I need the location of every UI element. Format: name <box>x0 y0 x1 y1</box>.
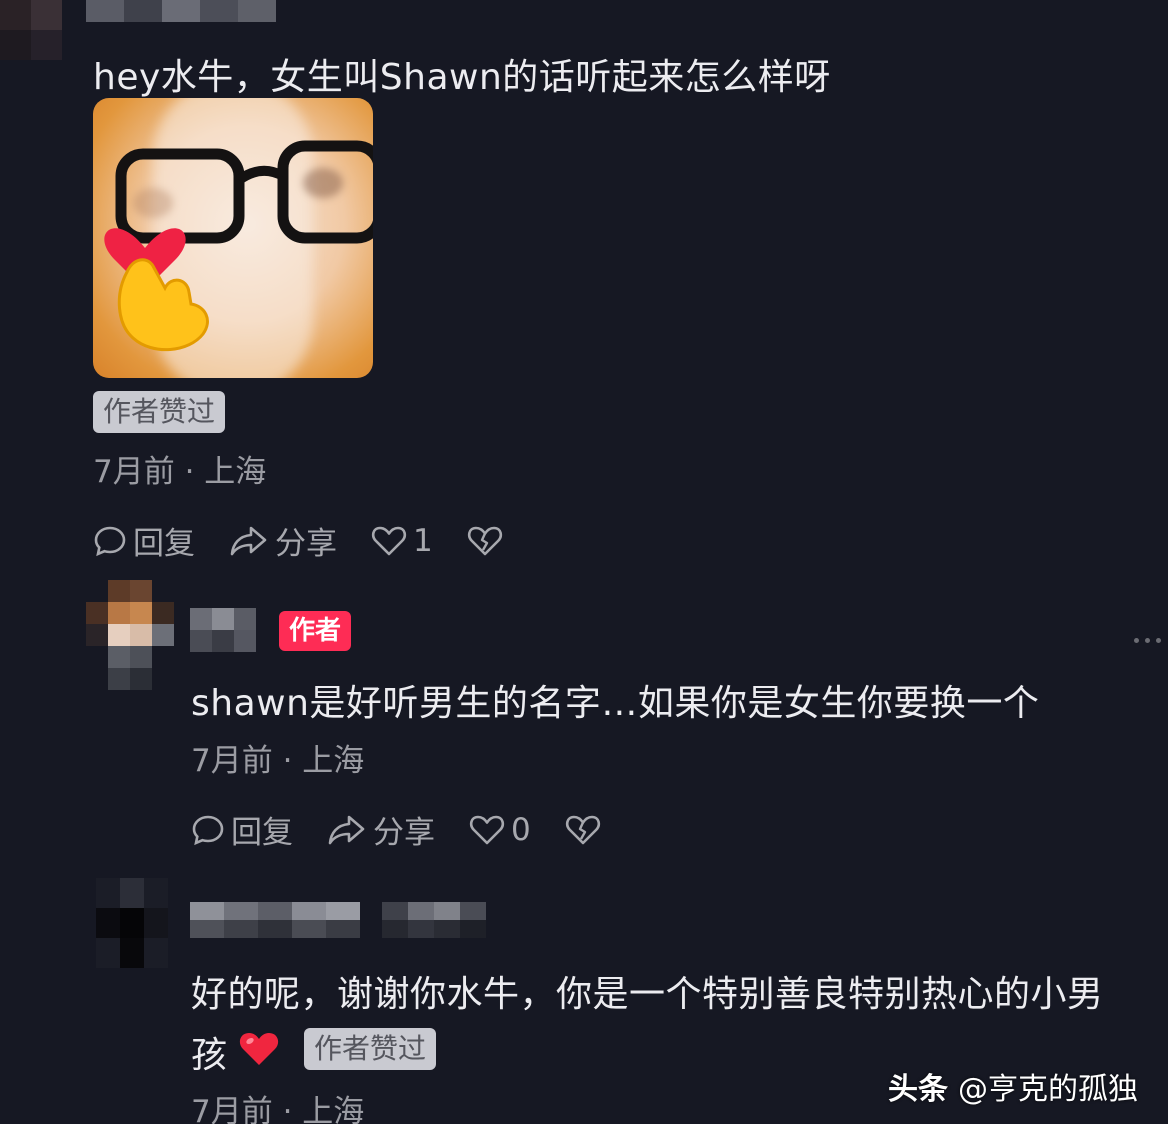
comment-text: hey水牛，女生叫Shawn的话听起来怎么样呀 <box>93 57 831 98</box>
like-button[interactable]: 1 <box>371 523 433 559</box>
author-liked-badge: 作者赞过 <box>304 1028 437 1070</box>
broken-heart-icon <box>565 815 600 844</box>
share-arrow-icon <box>328 815 365 844</box>
watermark-handle: @亨克的孤独 <box>958 1072 1138 1107</box>
comment-meta: 7月前 · 上海 <box>191 743 365 779</box>
username[interactable] <box>190 608 256 652</box>
share-button[interactable]: 分享 <box>229 518 337 563</box>
more-options-icon[interactable] <box>1134 632 1168 648</box>
comment-text: shawn是好听男生的名字…如果你是女生你要换一个 <box>191 683 1040 724</box>
author-badge: 作者 <box>279 611 352 651</box>
red-heart-icon <box>239 1033 279 1065</box>
comment-text-line1: 好的呢，谢谢你水牛，你是一个特别善良特别热心的小男 <box>191 974 1104 1015</box>
dislike-button[interactable] <box>565 813 607 847</box>
like-button[interactable]: 0 <box>469 812 531 848</box>
reply-button[interactable]: 回复 <box>93 518 195 563</box>
comment-bubble-icon <box>192 815 224 845</box>
username[interactable] <box>190 902 362 938</box>
comment-text-line2: 孩 <box>191 1035 228 1076</box>
share-button[interactable]: 分享 <box>327 807 435 852</box>
broken-heart-icon <box>467 526 502 555</box>
username[interactable] <box>86 0 276 22</box>
share-label: 分享 <box>373 815 435 851</box>
reply-label: 回复 <box>231 815 293 851</box>
watermark-brand: 头条 <box>888 1072 948 1107</box>
comment-meta: 7月前 · 上海 <box>191 1094 365 1124</box>
user-tag <box>382 902 488 938</box>
watermark: 头条 @亨克的孤独 <box>888 1064 1138 1108</box>
comment-thread: hey水牛，女生叫Shawn的话听起来怎么样呀 作者赞过 7月前 · 上海 回复… <box>0 0 1168 1124</box>
heart-outline-icon <box>469 815 505 844</box>
author-liked-badge: 作者赞过 <box>93 391 226 433</box>
avatar[interactable] <box>96 878 168 968</box>
like-count: 1 <box>413 522 433 559</box>
comment-meta: 7月前 · 上海 <box>93 454 267 490</box>
sticker-image[interactable] <box>93 98 373 378</box>
reply-label: 回复 <box>133 526 195 562</box>
heart-outline-icon <box>371 526 407 555</box>
finger-heart-icon <box>104 228 209 352</box>
avatar[interactable] <box>0 0 62 60</box>
like-count: 0 <box>511 811 531 848</box>
share-label: 分享 <box>275 526 337 562</box>
reply-button[interactable]: 回复 <box>191 807 293 852</box>
avatar[interactable] <box>86 580 174 690</box>
comment-bubble-icon <box>94 526 126 556</box>
comment-actions: 回复 分享 0 <box>191 807 641 852</box>
dislike-button[interactable] <box>467 524 509 558</box>
comment-actions: 回复 分享 1 <box>93 518 543 563</box>
share-arrow-icon <box>230 526 267 555</box>
